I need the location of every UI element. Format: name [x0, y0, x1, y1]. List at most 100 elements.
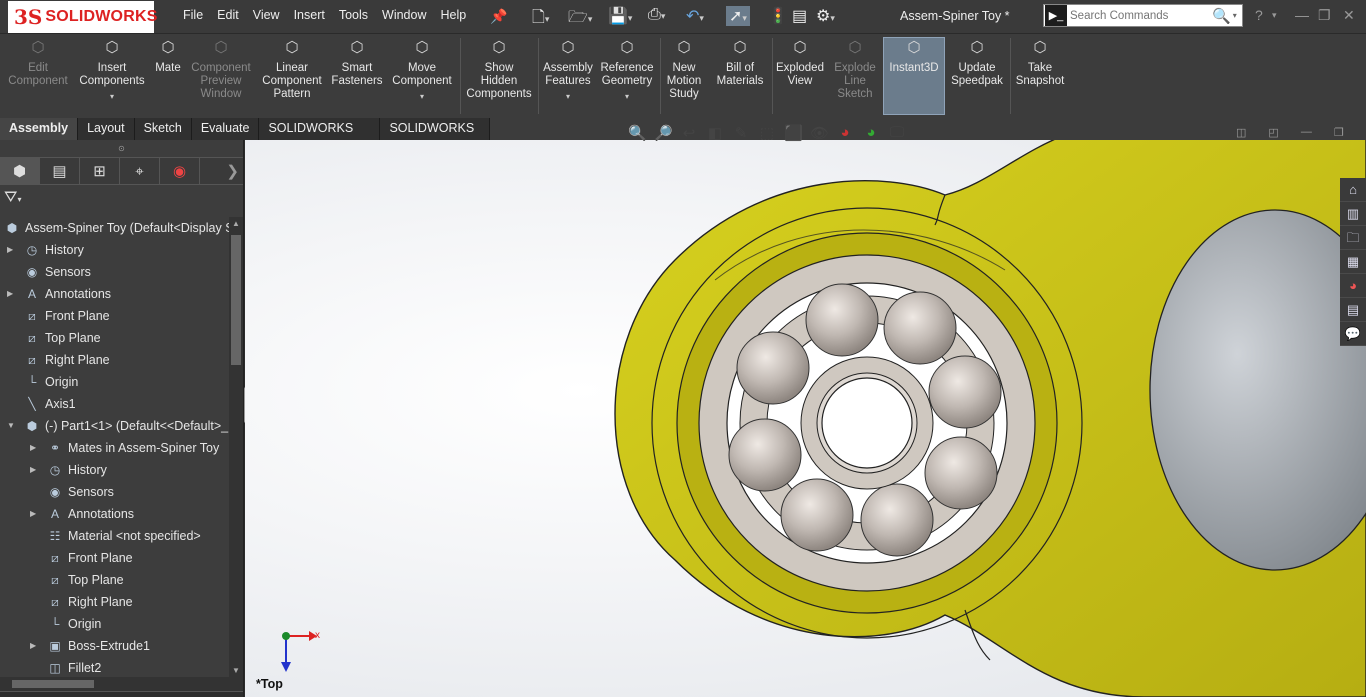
tab-addins[interactable]: SOLIDWORKS Add-Ins	[259, 118, 381, 156]
undo-icon[interactable]: ↶▾	[686, 6, 704, 26]
dropdown-arrow-icon[interactable]: ▾	[386, 90, 458, 103]
zoom-to-area-icon[interactable]: 🔎	[654, 124, 673, 142]
tab-mbd[interactable]: SOLIDWORKS MBD	[380, 118, 490, 156]
restore-icon[interactable]: ❐	[1318, 7, 1331, 24]
save-icon[interactable]: 💾▾	[608, 6, 632, 26]
viewport-minimize-icon[interactable]: —	[1301, 126, 1312, 139]
collapse-arrow-icon[interactable]: ▼	[7, 415, 17, 437]
expand-arrow-icon[interactable]: ▶	[30, 635, 40, 657]
smart-fasteners-button[interactable]: ⬡ Smart Fasteners	[321, 38, 393, 88]
tree-item[interactable]: ▶ ◷ History	[0, 459, 229, 481]
scroll-up-icon[interactable]: ▲	[229, 219, 243, 228]
tree-item[interactable]: ☷ Material <not specified>	[0, 525, 229, 547]
menu-file[interactable]: File	[176, 8, 210, 22]
appearances-icon[interactable]: ◕	[1340, 274, 1366, 298]
viewport-expand-icon[interactable]: ◰	[1268, 126, 1278, 139]
move-component-button[interactable]: ⬡ Move Component ▾	[386, 38, 458, 103]
spinner-model[interactable]	[245, 140, 1366, 697]
tree-item[interactable]: ▶ ⚭ Mates in Assem-Spiner Toy	[0, 437, 229, 459]
tab-layout[interactable]: Layout	[78, 118, 135, 140]
rebuild-icon[interactable]: 🚦	[768, 6, 788, 26]
menu-edit[interactable]: Edit	[210, 8, 246, 22]
panel-grip-icon[interactable]: ⊙	[0, 140, 243, 157]
view-palette-icon[interactable]: ▦	[1340, 250, 1366, 274]
graphics-area[interactable]: x *Top	[245, 140, 1366, 697]
tree-item[interactable]: ▶ ◷ History	[0, 239, 229, 261]
expand-arrow-icon[interactable]: ▶	[30, 503, 40, 525]
tree-item[interactable]: ▶ A Annotations	[0, 283, 229, 305]
tree-item[interactable]: ⬢ Assem-Spiner Toy (Default<Display St	[0, 217, 229, 239]
menu-window[interactable]: Window	[375, 8, 433, 22]
select-pointer-icon[interactable]: ➚▾	[726, 6, 750, 26]
new-document-icon[interactable]: 🗋▾	[532, 6, 549, 33]
open-document-icon[interactable]: 🗁▾	[568, 6, 592, 33]
linear-pattern-button[interactable]: ⬡ Linear Component Pattern	[256, 38, 328, 101]
design-library-icon[interactable]: ▥	[1340, 202, 1366, 226]
scroll-down-icon[interactable]: ▼	[229, 666, 243, 675]
view-settings-icon[interactable]: 🖵	[888, 124, 906, 142]
solidworks-resources-icon[interactable]: ⌂	[1340, 178, 1366, 202]
instant3d-button[interactable]: ⬡ Instant3D	[883, 37, 945, 115]
dropdown-arrow-icon[interactable]: ▾	[76, 90, 148, 103]
tree-item[interactable]: ⧄ Front Plane	[0, 547, 229, 569]
tree-item[interactable]: ▶ ▣ Boss-Extrude1	[0, 635, 229, 657]
file-properties-icon[interactable]: ▤	[792, 6, 807, 26]
display-style-icon[interactable]: ⬛	[784, 124, 803, 142]
tree-item[interactable]: ⧄ Right Plane	[0, 349, 229, 371]
solidworks-logo[interactable]: 3S SOLIDWORKS	[8, 1, 157, 33]
minimize-icon[interactable]: —	[1295, 7, 1309, 23]
help-dropdown-icon[interactable]: ▾	[1272, 10, 1277, 21]
hide-show-items-icon[interactable]: 👁	[810, 124, 829, 142]
tree-item[interactable]: ◫ Fillet2	[0, 657, 229, 677]
edit-appearance-icon[interactable]: ◕	[836, 124, 854, 142]
menu-insert[interactable]: Insert	[287, 8, 332, 22]
tree-item[interactable]: ⧄ Right Plane	[0, 591, 229, 613]
expand-arrow-icon[interactable]: ▶	[7, 283, 17, 305]
expand-arrow-icon[interactable]: ▶	[30, 437, 40, 459]
featuremanager-tab-icon[interactable]: ⬢	[0, 158, 40, 184]
explode-line-button[interactable]: ⬡ Explode Line Sketch	[819, 38, 891, 101]
search-input[interactable]	[1070, 9, 1210, 22]
snapshot-button[interactable]: ⬡ Take Snapshot	[1004, 38, 1076, 88]
close-icon[interactable]: ✕	[1343, 7, 1355, 24]
custom-properties-icon[interactable]: ▤	[1340, 298, 1366, 322]
expand-tabs-icon[interactable]: ❯	[226, 158, 243, 184]
apply-scene-icon[interactable]: ◕	[862, 124, 880, 142]
tree-vertical-scrollbar[interactable]: ▲ ▼	[229, 217, 243, 677]
hscroll-thumb[interactable]	[12, 680, 94, 688]
view-orientation-icon[interactable]: ⬚	[758, 124, 776, 142]
menu-help[interactable]: Help	[434, 8, 474, 22]
tree-filter-icon[interactable]: ⛛▾	[0, 185, 243, 211]
search-dropdown-icon[interactable]: ▾	[1233, 11, 1237, 20]
tree-horizontal-scrollbar[interactable]	[0, 677, 243, 691]
print-icon[interactable]: ⎙▾	[648, 6, 665, 24]
dynamic-annotation-icon[interactable]: ✎	[732, 124, 750, 142]
tree-item[interactable]: ⧄ Front Plane	[0, 305, 229, 327]
search-icon[interactable]: 🔍	[1212, 7, 1231, 25]
component-preview-button[interactable]: ⬡ Component Preview Window	[185, 38, 257, 101]
search-commands[interactable]: ▶_ 🔍 ▾	[1043, 4, 1243, 27]
tab-assembly[interactable]: Assembly	[0, 118, 79, 140]
tree-item[interactable]: └ Origin	[0, 613, 229, 635]
tree-item[interactable]: ▼ ⬢ (-) Part1<1> (Default<<Default>_D	[0, 415, 229, 437]
menu-view[interactable]: View	[246, 8, 287, 22]
zoom-to-fit-icon[interactable]: 🔍	[628, 124, 647, 142]
expand-arrow-icon[interactable]: ▶	[30, 459, 40, 481]
dimxpert-tab-icon[interactable]: ⌖	[120, 158, 160, 184]
tree-item[interactable]: └ Origin	[0, 371, 229, 393]
edit-component-button[interactable]: ⬡ Edit Component	[2, 38, 74, 88]
viewport-pin-icon[interactable]: ◫	[1236, 126, 1246, 139]
file-explorer-icon[interactable]: 🗀	[1340, 226, 1366, 250]
expand-arrow-icon[interactable]: ▶	[7, 239, 17, 261]
options-gear-icon[interactable]: ⚙▾	[816, 6, 835, 26]
tree-item[interactable]: ⧄ Top Plane	[0, 327, 229, 349]
tree-item[interactable]: ◉ Sensors	[0, 261, 229, 283]
tab-evaluate[interactable]: Evaluate	[191, 118, 260, 140]
scroll-thumb[interactable]	[231, 235, 241, 365]
tree-item[interactable]: ◉ Sensors	[0, 481, 229, 503]
menu-tools[interactable]: Tools	[332, 8, 375, 22]
tree-item[interactable]: ⧄ Top Plane	[0, 569, 229, 591]
configurationmanager-tab-icon[interactable]: ⊞	[80, 158, 120, 184]
speedpak-button[interactable]: ⬡ Update Speedpak	[941, 38, 1013, 88]
pin-icon[interactable]: 📌	[490, 8, 507, 25]
